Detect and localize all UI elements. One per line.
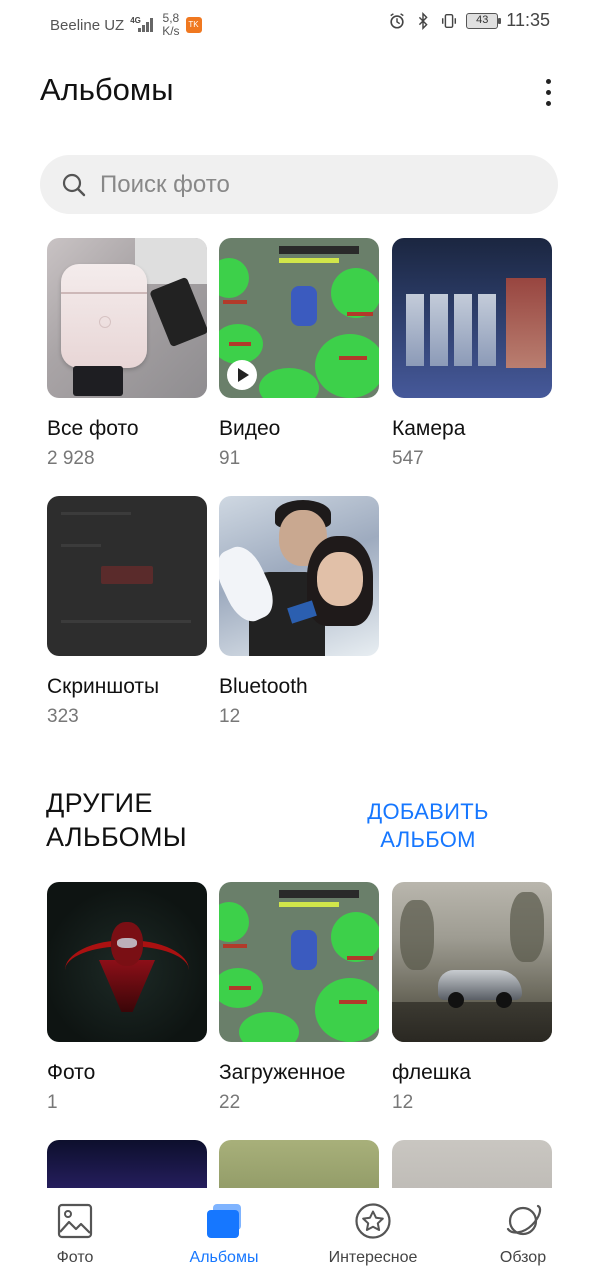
album-thumbnail	[47, 496, 207, 656]
album-count: 91	[219, 448, 241, 469]
album-downloaded[interactable]: Загруженное 22	[219, 882, 379, 1114]
album-flashka[interactable]: флешка 12	[392, 882, 552, 1114]
nav-photos[interactable]: Фото	[10, 1188, 140, 1280]
nav-discover[interactable]: Обзор	[458, 1188, 588, 1280]
nav-label: Обзор	[499, 1249, 547, 1266]
album-count: 12	[219, 706, 241, 727]
more-dot	[545, 100, 551, 106]
search-input[interactable]	[100, 170, 520, 199]
album-count: 22	[219, 1092, 241, 1113]
album-name: Загруженное	[219, 1061, 346, 1084]
album-screenshots[interactable]: Скриншоты 323	[47, 496, 207, 728]
more-dot	[545, 89, 551, 95]
album-name: Видео	[219, 417, 281, 440]
battery-icon: 43	[466, 12, 502, 29]
album-name: Все фото	[47, 417, 139, 440]
app-notification-icon: TK	[185, 17, 202, 33]
album-name: Фото	[47, 1061, 96, 1084]
album-thumbnail	[47, 882, 207, 1042]
star-icon	[355, 1203, 391, 1239]
photo-icon	[57, 1203, 93, 1239]
search-icon	[62, 173, 86, 196]
clock: 11:35	[506, 10, 550, 30]
status-right: 43 11:35	[388, 10, 550, 31]
album-thumbnail	[219, 496, 379, 656]
status-left: Beeline UZ 4G 5,8 K/s TK	[50, 12, 202, 38]
vibrate-icon	[442, 13, 457, 28]
bluetooth-icon	[419, 11, 428, 30]
album-bluetooth[interactable]: Bluetooth 12	[219, 496, 379, 728]
carrier-name: Beeline UZ	[50, 16, 125, 34]
album-count: 2 928	[47, 448, 95, 469]
album-name: Bluetooth	[219, 675, 308, 698]
discover-icon	[506, 1204, 542, 1236]
add-album-button[interactable]: ДОБАВИТЬ АЛЬБОМ	[352, 798, 504, 854]
album-thumbnail	[392, 238, 552, 398]
album-camera[interactable]: Камера 547	[392, 238, 552, 470]
signal-icon: 4G	[130, 16, 156, 34]
network-speed: 5,8 K/s	[162, 11, 180, 38]
nav-label: Интересное	[328, 1249, 418, 1266]
nav-albums[interactable]: Альбомы	[159, 1188, 289, 1280]
album-count: 12	[392, 1092, 414, 1113]
bottom-navigation: Фото Альбомы Интересное Обзор	[0, 1188, 598, 1280]
section-title-other-albums: ДРУГИЕ АЛЬБОМЫ	[46, 788, 187, 852]
album-count: 323	[47, 706, 79, 727]
album-thumbnail	[219, 882, 379, 1042]
alarm-icon	[390, 12, 404, 29]
more-options-button[interactable]	[536, 72, 560, 112]
nav-interesting[interactable]: Интересное	[308, 1188, 438, 1280]
albums-icon	[207, 1204, 241, 1238]
album-count: 1	[47, 1092, 58, 1113]
album-name: флешка	[392, 1061, 471, 1084]
more-dot	[545, 78, 551, 84]
page-title: Альбомы	[40, 72, 174, 107]
album-thumbnail	[219, 238, 379, 398]
album-all-photos[interactable]: Все фото 2 928	[47, 238, 207, 470]
album-foto[interactable]: Фото 1	[47, 882, 207, 1114]
play-icon	[227, 360, 257, 390]
album-name: Скриншоты	[47, 675, 160, 698]
search-bar[interactable]	[40, 155, 558, 214]
album-video[interactable]: Видео 91	[219, 238, 379, 470]
album-name: Камера	[392, 417, 466, 440]
album-thumbnail	[392, 882, 552, 1042]
album-count: 547	[392, 448, 424, 469]
album-thumbnail	[47, 238, 207, 398]
status-bar: Beeline UZ 4G 5,8 K/s TK 43 11:35	[0, 0, 598, 46]
nav-label: Альбомы	[189, 1249, 259, 1266]
nav-label: Фото	[56, 1249, 94, 1266]
